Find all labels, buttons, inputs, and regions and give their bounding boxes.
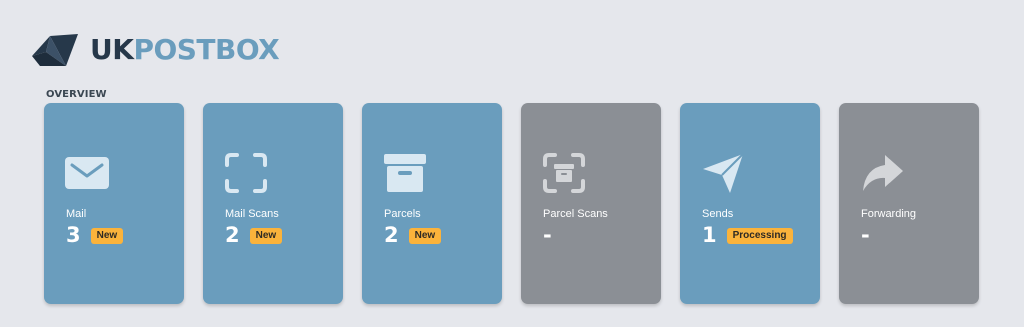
card-label: Parcels	[384, 208, 421, 220]
status-badge: New	[90, 227, 124, 244]
card-parcels[interactable]: Parcels 2 New	[362, 103, 502, 304]
overview-cards: Mail 3 New Mail Scans 2 New Parcels 2 Ne…	[44, 103, 979, 304]
status-badge: Processing	[726, 227, 793, 244]
overview-title: OVERVIEW	[46, 89, 107, 100]
paper-plane-icon	[703, 153, 744, 193]
card-count: -	[861, 223, 870, 247]
parcel-scan-icon	[543, 153, 585, 193]
card-value-row: 1 Processing	[702, 225, 793, 246]
card-label: Parcel Scans	[543, 208, 608, 220]
card-mail[interactable]: Mail 3 New	[44, 103, 184, 304]
card-mail-scans[interactable]: Mail Scans 2 New	[203, 103, 343, 304]
archive-box-icon	[384, 154, 426, 192]
card-count: 2	[225, 223, 240, 247]
card-forwarding[interactable]: Forwarding -	[839, 103, 979, 304]
card-parcel-scans[interactable]: Parcel Scans -	[521, 103, 661, 304]
forward-arrow-icon	[863, 155, 903, 191]
logo-mark-icon	[32, 34, 78, 66]
card-value-row: 3 New	[66, 223, 124, 247]
card-sends[interactable]: Sends 1 Processing	[680, 103, 820, 304]
scan-frame-icon	[225, 153, 267, 193]
status-badge: New	[249, 227, 283, 244]
card-count: 2	[384, 223, 399, 247]
card-label: Forwarding	[861, 208, 917, 220]
brand-logo[interactable]: UKPOSTBOX	[30, 30, 280, 70]
envelope-icon	[65, 157, 109, 189]
card-value-row: 2 New	[225, 223, 283, 247]
brand-name-part2: POSTBOX	[133, 33, 280, 66]
card-label: Mail Scans	[225, 208, 279, 220]
card-label: Mail	[66, 208, 87, 220]
card-count: -	[543, 223, 552, 247]
brand-name-part1: UK	[90, 33, 134, 66]
status-badge: New	[408, 227, 442, 244]
card-value-row: -	[543, 225, 552, 246]
card-count: 1	[702, 223, 717, 247]
card-value-row: 2 New	[384, 223, 442, 247]
card-count: 3	[66, 223, 81, 247]
card-label: Sends	[702, 208, 734, 220]
brand-name: UKPOSTBOX	[90, 33, 280, 66]
card-value-row: -	[861, 225, 870, 246]
